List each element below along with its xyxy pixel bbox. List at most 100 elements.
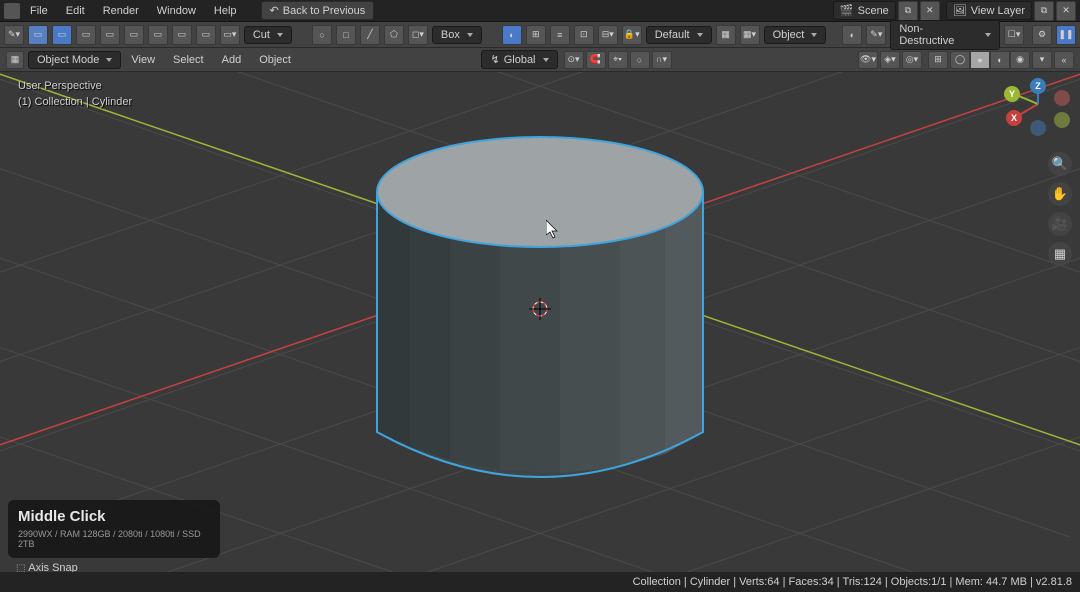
menu-add[interactable]: Add [214,51,250,69]
browse-viewlayer-button[interactable]: ⧉ [1034,1,1054,21]
scene-selector[interactable]: 🎬 Scene [833,1,896,20]
shading-mode-group: ◯ ● ◐ ◉ [950,51,1030,69]
xray-icon[interactable]: ⊞ [928,51,948,69]
viewlayer-selector[interactable]: 🖼 View Layer [946,1,1032,20]
sel-mode-5-icon[interactable]: ▭ [148,25,168,45]
sel-mode-1-icon[interactable]: ▭ [52,25,72,45]
draw-line-icon[interactable]: ╱ [360,25,380,45]
proportional-icon[interactable]: ○ [630,51,650,69]
pivot-icon[interactable]: ⊙▾ [564,51,584,69]
gizmo-toggle-icon[interactable]: ◈▾ [880,51,900,69]
tool-object-select[interactable]: Object [764,26,827,44]
non-destructive-label: Non-Destructive [899,23,978,47]
tooltip-title: Middle Click [18,508,210,525]
toggle-a-icon[interactable]: ☐▾ [1004,25,1024,45]
draw-cube-icon[interactable]: ◻▾ [408,25,428,45]
tool-cut-select[interactable]: Cut [244,26,292,44]
non-destructive-select[interactable]: Non-Destructive [890,20,1000,50]
menu-object[interactable]: Object [251,51,299,69]
sel-mode-8-icon[interactable]: ▭▾ [220,25,240,45]
viewport[interactable]: User Perspective (1) Collection | Cylind… [0,72,1080,572]
menu-render[interactable]: Render [95,2,147,20]
gizmo-neg-z[interactable] [1030,120,1046,136]
tool-default-label: Default [655,29,690,41]
mode-label: Object Mode [37,54,99,66]
tool-box-select[interactable]: Box [432,26,482,44]
zoom-icon[interactable]: 🔍 [1048,152,1072,176]
delete-viewlayer-button[interactable]: ✕ [1056,1,1076,21]
gizmo-z[interactable]: Z [1030,78,1046,94]
menu-view[interactable]: View [123,51,163,69]
sel-mode-3-icon[interactable]: ▭ [100,25,120,45]
orientation-icon: ↯ [490,53,499,66]
tool-default-select[interactable]: Default [646,26,712,44]
rendered-shading-icon[interactable]: ◉ [1010,51,1030,69]
collection-label: (1) Collection | Cylinder [18,94,132,110]
bool-b-icon[interactable]: ⊞ [526,25,546,45]
chevron-down-icon [277,33,283,37]
material-shading-icon[interactable]: ◐ [990,51,1010,69]
grid-persp-icon[interactable]: ▦ [1048,242,1072,266]
solid-shading-icon[interactable]: ● [970,51,990,69]
gizmo-neg-y[interactable] [1054,112,1070,128]
menu-edit[interactable]: Edit [58,2,93,20]
gizmo-neg-x[interactable] [1054,90,1070,106]
menu-window[interactable]: Window [149,2,204,20]
editor-type-icon[interactable]: ▦ [6,51,24,69]
bool-a-icon[interactable]: ◐ [502,25,522,45]
sel-mode-7-icon[interactable]: ▭ [196,25,216,45]
grid-a-icon[interactable]: ▦ [716,25,736,45]
delete-scene-button[interactable]: ✕ [920,1,940,21]
bool-e-icon[interactable]: ⊟▾ [598,25,618,45]
gizmo-x[interactable]: X [1006,110,1022,126]
gizmo-y[interactable]: Y [1004,86,1020,102]
shading-options-icon[interactable]: ▾ [1032,51,1052,69]
scene-label: Scene [858,5,889,17]
proportional-mode-icon[interactable]: ∩▾ [652,51,672,69]
menu-help[interactable]: Help [206,2,245,20]
tool-cut-label: Cut [253,29,270,41]
view-visibility-icon[interactable]: 👁▾ [858,51,878,69]
snap-icon[interactable]: 🧲 [586,51,606,69]
sel-mode-6-icon[interactable]: ▭ [172,25,192,45]
nav-gizmo[interactable]: X Y Z [998,82,1068,136]
pause-icon[interactable]: ❚❚ [1056,25,1076,45]
scene-icon: 🎬 [840,4,854,17]
mod-b-icon[interactable]: ✎▾ [866,25,886,45]
draw-circle-icon[interactable]: ○ [312,25,332,45]
orientation-select[interactable]: ↯Global [481,50,557,69]
chevron-down-icon [543,58,549,62]
cursor-tool-icon[interactable]: ▭ [28,25,48,45]
browse-scene-button[interactable]: ⧉ [898,1,918,21]
overlay-toggle-icon[interactable]: ◎▾ [902,51,922,69]
grid-b-icon[interactable]: ▦▾ [740,25,760,45]
draw-square-icon[interactable]: □ [336,25,356,45]
chevron-down-icon [697,33,703,37]
tool-object-label: Object [773,29,805,41]
back-label: Back to Previous [283,5,366,17]
snap-target-icon[interactable]: ⌖▾ [608,51,628,69]
bool-d-icon[interactable]: ⊡ [574,25,594,45]
collapse-icon[interactable]: « [1054,51,1074,69]
chevron-down-icon [985,33,991,37]
perspective-label: User Perspective [18,78,132,94]
sel-mode-2-icon[interactable]: ▭ [76,25,96,45]
bool-c-icon[interactable]: ≡ [550,25,570,45]
mod-a-icon[interactable]: ◐ [842,25,862,45]
camera-icon[interactable]: 🎥 [1048,212,1072,236]
mode-select[interactable]: Object Mode [28,51,121,69]
back-to-previous-button[interactable]: ↶ Back to Previous [261,1,375,20]
undo-icon: ↶ [270,4,279,17]
pan-icon[interactable]: ✋ [1048,182,1072,206]
sel-mode-4-icon[interactable]: ▭ [124,25,144,45]
gear-icon[interactable]: ⚙ [1032,25,1052,45]
chevron-down-icon [106,58,112,62]
edittype-icon[interactable]: ✎▾ [4,25,24,45]
menu-file[interactable]: File [22,2,56,20]
lock-icon[interactable]: 🔒▾ [622,25,642,45]
draw-ngon-icon[interactable]: ⬠ [384,25,404,45]
viewlayer-label: View Layer [971,5,1025,17]
menu-select[interactable]: Select [165,51,212,69]
tool-box-label: Box [441,29,460,41]
wireframe-shading-icon[interactable]: ◯ [950,51,970,69]
